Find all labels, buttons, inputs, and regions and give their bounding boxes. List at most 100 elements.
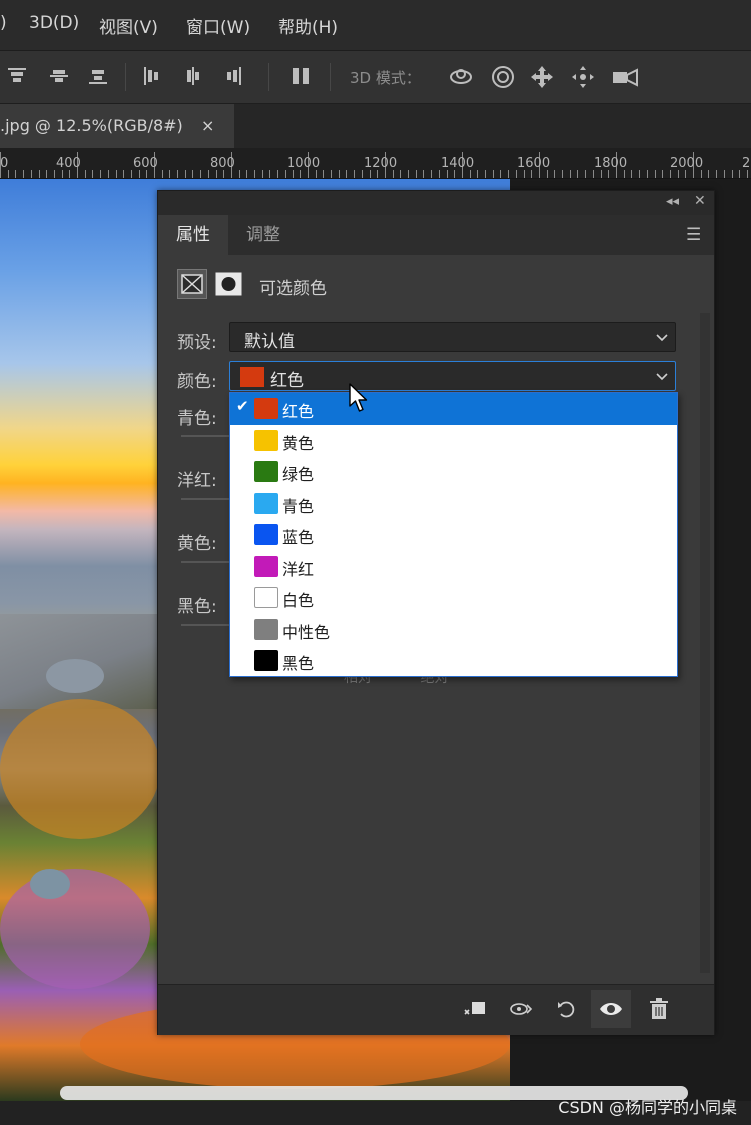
chevron-down-icon [656,373,668,381]
close-tab-icon[interactable]: × [201,116,214,135]
layer-mask-icon[interactable] [215,272,242,296]
color-option-label: 黑色 [282,654,315,673]
distribute-icon[interactable] [290,65,312,87]
panel-tab-bar: 属性 调整 ☰ [158,215,714,255]
ruler-label: 800 [210,156,235,171]
3d-pan-icon[interactable] [529,64,555,90]
collapse-panel-icon[interactable]: ◂◂ [666,194,679,209]
color-option-label: 洋红 [282,559,315,579]
panel-title-bar[interactable]: ◂◂ ✕ [158,191,714,215]
color-swatch [254,555,278,577]
options-bar: 3D 模式： [0,51,751,104]
preset-label: 预设: [177,333,217,353]
selective-color-adjustment-icon[interactable] [177,269,207,299]
rock-shape [46,659,104,693]
visibility-toggle[interactable] [591,990,631,1028]
ruler-label: 0 [0,156,9,171]
chevron-down-icon [656,334,668,342]
horizontal-ruler: 0 400 600 800 1000 1200 1400 1600 1800 2… [0,148,751,179]
align-right-edges-icon[interactable] [222,65,244,87]
3d-scale-camera-icon[interactable] [611,64,639,90]
ruler-label: 400 [56,156,81,171]
color-swatch [254,587,278,608]
menu-item-view[interactable]: 视图(V) [99,13,158,38]
color-option-label: 蓝色 [282,528,315,547]
color-option-black[interactable]: 黑色 [230,645,677,677]
color-swatch [254,461,278,482]
align-horizontal-centers-icon[interactable] [182,65,204,87]
document-tab-title: .jpg @ 12.5%(RGB/8#) [0,116,183,135]
adjustment-title: 可选颜色 [259,279,327,299]
color-option-green[interactable]: 绿色 [230,456,677,488]
ruler-label: 1600 [517,156,551,171]
ruler-label: 1400 [441,156,475,171]
watermark-text: CSDN @杨同学的小同桌 [558,1098,737,1117]
panel-menu-icon[interactable]: ☰ [686,225,701,245]
color-select[interactable]: 红色 [229,361,676,391]
magenta-slider[interactable] [181,498,231,500]
black-slider[interactable] [181,624,231,626]
rock-shape [30,869,70,899]
flower-patch [0,699,160,839]
color-option-label: 红色 [282,402,315,421]
tab-adjustments[interactable]: 调整 [228,215,298,255]
preset-value: 默认值 [244,332,295,352]
color-option-blue[interactable]: 蓝色 [230,519,677,551]
align-vertical-centers-icon[interactable] [48,65,70,87]
menu-item-edit-partial[interactable]: ) [0,13,7,33]
color-option-label: 黄色 [282,433,315,453]
ruler-label: 2000 [670,156,704,171]
close-panel-icon[interactable]: ✕ [694,193,706,209]
color-option-label: 中性色 [282,622,331,642]
color-option-label: 白色 [282,591,315,610]
trash-icon[interactable] [646,996,672,1022]
3d-orbit-icon[interactable] [448,64,474,90]
color-swatch [254,524,278,545]
ruler-label: 600 [133,156,158,171]
color-dropdown-list: ✔ 红色 黄色 绿色 青色 蓝色 洋红 白色 中性色 黑色 [229,392,678,677]
3d-mode-label: 3D 模式： [350,69,421,87]
panel-scrollbar[interactable] [700,313,710,973]
color-option-yellow[interactable]: 黄色 [230,425,677,457]
color-option-label: 绿色 [282,465,315,484]
color-swatch [240,367,264,387]
color-option-magenta[interactable]: 洋红 [230,551,677,583]
color-option-neutral[interactable]: 中性色 [230,614,677,646]
cyan-slider[interactable] [181,435,231,437]
color-option-red[interactable]: ✔ 红色 [230,393,677,425]
menu-bar: ) 3D(D) 视图(V) 窗口(W) 帮助(H) [0,0,751,51]
3d-slide-icon[interactable] [570,64,596,90]
flower-patch [0,869,150,989]
align-left-edges-icon[interactable] [141,65,163,87]
document-tab[interactable]: .jpg @ 12.5%(RGB/8#) × [0,104,234,148]
document-tab-bar: .jpg @ 12.5%(RGB/8#) × [0,104,751,148]
ruler-label: 1000 [287,156,321,171]
clip-to-layer-icon[interactable] [461,996,487,1022]
mouse-pointer-icon [349,383,368,412]
yellow-slider-label: 黄色: [177,534,217,554]
preset-select[interactable]: 默认值 [229,322,676,352]
toolbar-divider [125,63,126,91]
menu-item-help[interactable]: 帮助(H) [278,13,338,38]
tab-properties[interactable]: 属性 [158,215,228,255]
color-option-cyan[interactable]: 青色 [230,488,677,520]
align-bottom-edges-icon[interactable] [87,65,109,87]
toolbar-divider [330,63,331,91]
yellow-slider[interactable] [181,561,231,563]
align-top-edges-icon[interactable] [6,65,28,87]
eye-icon [600,1003,622,1015]
color-swatch [254,650,278,671]
color-swatch [254,429,278,451]
menu-item-3d[interactable]: 3D(D) [29,13,79,33]
black-slider-label: 黑色: [177,597,217,617]
checkmark-icon: ✔ [236,397,249,415]
color-option-white[interactable]: 白色 [230,582,677,614]
color-swatch [254,492,278,514]
reset-icon[interactable] [554,996,580,1022]
menu-item-window[interactable]: 窗口(W) [186,13,250,38]
color-swatch [254,618,278,640]
ruler-label: 1200 [364,156,398,171]
3d-roll-icon[interactable] [490,64,516,90]
view-previous-state-icon[interactable] [508,996,534,1022]
magenta-slider-label: 洋红: [177,471,217,491]
